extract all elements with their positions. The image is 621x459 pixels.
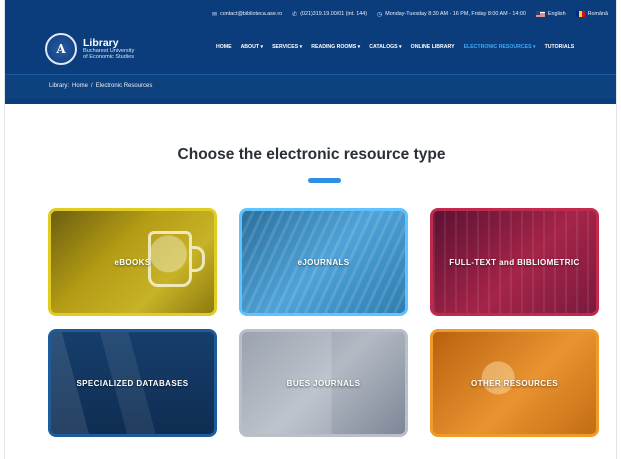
title-accent-bar [308,178,341,183]
nav-online-library[interactable]: ONLINE LIBRARY [411,44,455,50]
logo-text: Library Bucharest University of Economic… [83,36,134,61]
resource-card-ejournals[interactable]: eJOURNALS [239,208,408,316]
phone-icon: ✆ [292,11,298,18]
nav-catalogs[interactable]: CATALOGS ▾ [369,44,401,50]
romania-flag-icon [575,11,585,17]
email-contact[interactable]: ✉ contact@biblioteca.ase.ro [212,11,282,18]
breadcrumb-current: Electronic Resources [95,83,153,89]
resource-card-bues-journals[interactable]: BUES JOURNALS [239,329,408,437]
resource-card-ebooks[interactable]: eBOOKS [48,208,217,316]
language-english[interactable]: English [535,11,566,17]
logo-subtitle-2: of Economic Studies [83,53,134,60]
envelope-icon: ✉ [212,11,218,18]
mug-icon [148,231,205,287]
page-frame: ✉ contact@biblioteca.ase.ro ✆ (021)319.1… [4,0,617,459]
language-romanian-label: Română [587,11,608,17]
phone-text: (021)319.19.00/01 (int. 144) [300,11,368,17]
nav-electronic-resources[interactable]: ELECTRONIC RESOURCES ▾ [464,44,536,50]
breadcrumb-bar: Library: Home / Electronic Resources [5,74,616,99]
library-logo[interactable]: A Library Bucharest University of Econom… [45,33,134,65]
clock-icon: ◷ [377,11,383,18]
logo-title: Library [83,36,119,49]
nav-home[interactable]: HOME [216,44,232,50]
main-navigation: HOME ABOUT ▾ SERVICES ▾ READING ROOMS ▾ … [216,44,574,50]
resource-card-label: eJOURNALS [297,257,350,267]
nav-tutorials[interactable]: TUTORIALS [545,44,575,50]
resource-card-other-resources[interactable]: OTHER RESOURCES [430,329,599,437]
uk-flag-icon [535,11,545,17]
language-romanian[interactable]: Română [575,11,608,17]
breadcrumb-home-link[interactable]: Home [72,83,88,89]
opening-hours: ◷ Monday-Tuesday 8:30 AM - 16 PM, Friday… [377,11,526,18]
breadcrumb-separator: / [91,83,93,89]
language-english-label: English [547,11,566,17]
top-contact-bar: ✉ contact@biblioteca.ase.ro ✆ (021)319.1… [5,6,616,22]
nav-services[interactable]: SERVICES ▾ [272,44,302,50]
resource-card-specialized-databases[interactable]: SPECIALIZED DATABASES [48,329,217,437]
hours-text: Monday-Tuesday 8:30 AM - 16 PM, Friday 8… [385,11,526,17]
site-header: ✉ contact@biblioteca.ase.ro ✆ (021)319.1… [5,0,616,104]
breadcrumb: Library: Home / Electronic Resources [49,83,152,89]
breadcrumb-prefix: Library: [49,83,70,89]
resource-card-label: BUES JOURNALS [286,378,361,388]
email-text: contact@biblioteca.ase.ro [220,11,283,17]
resource-card-label: SPECIALIZED DATABASES [76,378,189,388]
resource-card-label: eBOOKS [114,257,151,267]
resource-card-label: OTHER RESOURCES [471,378,558,388]
resource-card-label: FULL-TEXT and BIBLIOMETRIC [449,257,580,267]
resource-card-full-text-bibliometric[interactable]: FULL-TEXT and BIBLIOMETRIC [430,208,599,316]
university-emblem-icon: A [45,33,77,65]
page-title: Choose the electronic resource type [177,146,446,163]
phone-contact[interactable]: ✆ (021)319.19.00/01 (int. 144) [292,11,367,18]
nav-about[interactable]: ABOUT ▾ [241,44,264,50]
nav-reading-rooms[interactable]: READING ROOMS ▾ [311,44,360,50]
